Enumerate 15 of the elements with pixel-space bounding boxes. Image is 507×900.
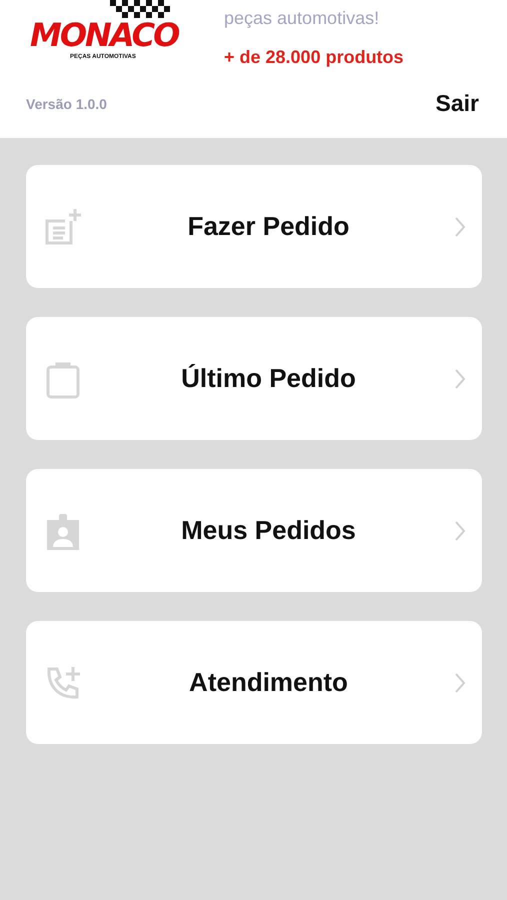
menu-card[interactable]: Meus Pedidos [26,469,482,592]
logo-wordmark: MONACO [30,19,178,51]
menu-card[interactable]: Atendimento [26,621,482,744]
menu-card[interactable]: Último Pedido [26,317,482,440]
chevron-right-icon [454,520,466,542]
chevron-right-icon [454,216,466,238]
chevron-right-icon [454,672,466,694]
tagline: peças automotivas! [224,8,380,29]
menu-card[interactable]: Fazer Pedido [26,165,482,288]
product-count: + de 28.000 produtos [224,47,404,68]
chevron-right-icon [454,368,466,390]
version-label: Versão 1.0.0 [26,96,107,112]
checkered-flag-icon [110,0,170,18]
logout-button[interactable]: Sair [436,90,481,117]
note-add-icon [43,206,83,246]
